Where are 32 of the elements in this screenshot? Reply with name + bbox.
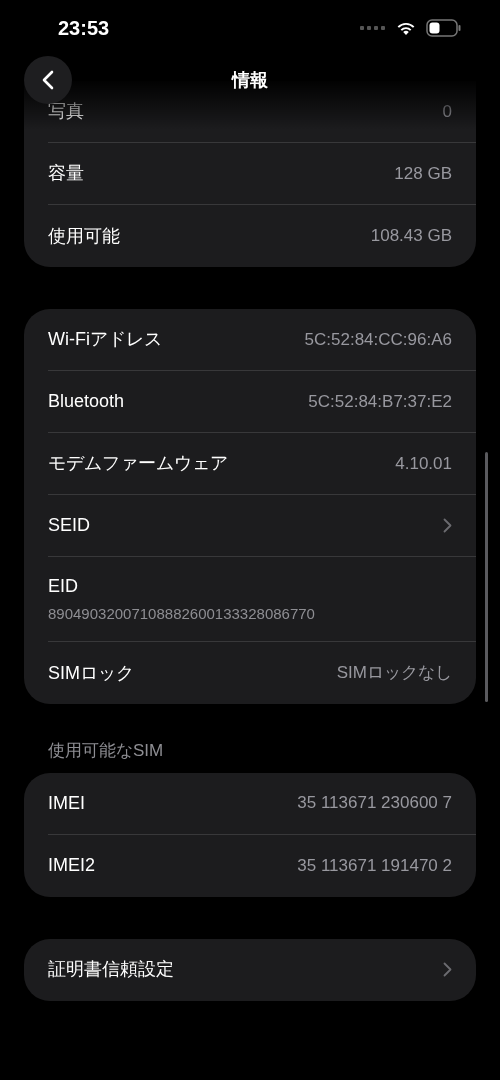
chevron-icon [443, 518, 452, 533]
section-header: 使用可能なSIM [48, 740, 165, 762]
row-label: SIMロック [48, 661, 134, 685]
wifi-icon [396, 20, 416, 36]
row-value: 35 113671 230600 7 [297, 792, 452, 815]
row-label: EID [48, 574, 79, 598]
row-label: 容量 [48, 162, 84, 185]
row-value: 35 113671 191470 2 [297, 854, 452, 877]
row-value: 128 GB [394, 162, 452, 185]
row-value: 89049032007108882600133328086770 [48, 603, 316, 624]
battery-icon [426, 19, 462, 37]
row-label: モデムファームウェア [48, 452, 228, 475]
row-value: SIMロックなし [336, 662, 452, 685]
row-label: 写真 [48, 100, 84, 123]
row-label: 使用可能 [48, 224, 120, 248]
signal-icon [360, 26, 386, 30]
back-button[interactable] [24, 56, 72, 104]
back-icon [42, 70, 54, 90]
row-label: IMEI2 [48, 854, 95, 877]
settings-row[interactable]: 証明書信頼設定 [48, 938, 476, 1001]
row-value: 4.10.01 [395, 452, 452, 475]
row-label: Bluetooth [48, 390, 125, 413]
status-time: 23:53 [58, 16, 110, 41]
row-value: 0 [442, 100, 452, 123]
row-value: 5C:52:84:B7:37:E2 [308, 390, 452, 413]
chevron-icon [443, 962, 452, 977]
row-value: 108.43 GB [370, 225, 452, 248]
page-title: 情報 [232, 68, 268, 92]
row-label: IMEI [48, 791, 85, 815]
row-label: Wi-Fiアドレス [48, 328, 162, 351]
row-value: 5C:52:84:CC:96:A6 [304, 328, 452, 351]
settings-row[interactable]: SEID [48, 495, 476, 557]
